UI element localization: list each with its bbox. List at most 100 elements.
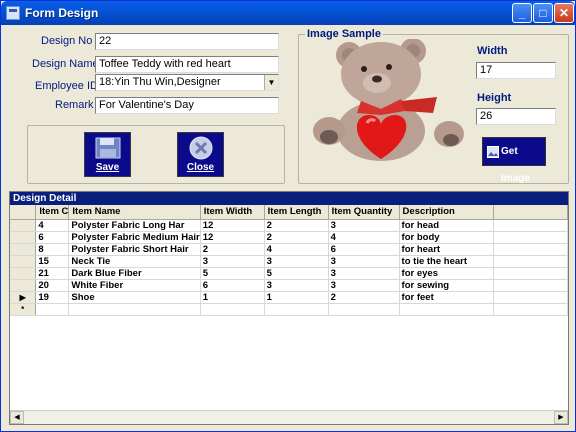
table-cell[interactable]: 21 <box>35 267 70 280</box>
table-cell[interactable] <box>264 303 329 316</box>
design-no-field[interactable]: 22 <box>95 33 279 50</box>
table-cell[interactable]: 12 <box>200 219 265 232</box>
table-cell[interactable]: for heart <box>399 243 495 256</box>
table-cell[interactable] <box>328 303 400 316</box>
table-row[interactable]: 8 Polyster Fabric Short Hair 2 4 6 for heart <box>10 243 568 256</box>
table-cell[interactable]: 2 <box>200 243 265 256</box>
table-cell[interactable]: 3 <box>264 255 329 268</box>
column-header[interactable]: Item C <box>35 205 70 220</box>
employee-id-value: 18:Yin Thu Win,Designer <box>99 76 221 88</box>
table-cell[interactable]: for body <box>399 231 495 244</box>
new-row-marker[interactable]: * <box>10 303 37 316</box>
table-cell[interactable]: 2 <box>264 219 329 232</box>
table-row[interactable]: 15 Neck Tie 3 3 3 to tie the heart <box>10 255 568 268</box>
table-cell[interactable]: 4 <box>35 219 70 232</box>
table-cell[interactable]: 4 <box>328 231 400 244</box>
table-cell-filler <box>493 219 568 232</box>
table-cell[interactable]: 3 <box>200 255 265 268</box>
table-cell-filler <box>493 243 568 256</box>
table-cell[interactable]: 3 <box>328 267 400 280</box>
row-selector[interactable] <box>10 243 37 256</box>
column-header[interactable]: Item Width <box>200 205 265 220</box>
table-row[interactable]: 6 Polyster Fabric Medium Hair 12 2 4 for body <box>10 231 568 244</box>
column-header[interactable]: Item Length <box>264 205 329 220</box>
table-cell[interactable]: 2 <box>328 291 400 304</box>
column-header[interactable]: Item Name <box>68 205 201 220</box>
table-cell[interactable]: for sewing <box>399 279 495 292</box>
title-bar[interactable]: Form Design _ □ ✕ <box>1 1 575 25</box>
table-cell[interactable]: 15 <box>35 255 70 268</box>
chevron-down-icon[interactable]: ▼ <box>264 75 278 90</box>
table-cell[interactable]: for feet <box>399 291 495 304</box>
table-cell[interactable]: Shoe <box>68 291 201 304</box>
close-window-button[interactable]: ✕ <box>554 3 574 23</box>
row-selector[interactable] <box>10 279 37 292</box>
table-cell[interactable]: Polyster Fabric Short Hair <box>68 243 201 256</box>
form-design-window: Form Design _ □ ✕ Design No 22 Design Na… <box>0 0 576 432</box>
table-cell[interactable]: 3 <box>328 255 400 268</box>
table-row[interactable]: 21 Dark Blue Fiber 5 5 3 for eyes <box>10 267 568 280</box>
maximize-button[interactable]: □ <box>533 3 553 23</box>
table-cell[interactable]: 6 <box>200 279 265 292</box>
table-cell[interactable]: 2 <box>264 231 329 244</box>
height-field[interactable]: 26 <box>476 108 556 125</box>
table-cell[interactable]: White Fiber <box>68 279 201 292</box>
remark-field[interactable]: For Valentine's Day <box>95 97 279 114</box>
table-cell[interactable]: 1 <box>264 291 329 304</box>
table-cell[interactable] <box>35 303 70 316</box>
save-button[interactable]: Save <box>84 132 131 177</box>
table-cell[interactable] <box>200 303 265 316</box>
width-field[interactable]: 17 <box>476 62 556 79</box>
table-cell[interactable]: 3 <box>328 279 400 292</box>
row-selector[interactable] <box>10 267 37 280</box>
scroll-right-icon[interactable]: ▶ <box>554 411 568 424</box>
minimize-button[interactable]: _ <box>512 3 532 23</box>
column-header[interactable]: Description <box>399 205 495 220</box>
teddy-bear-image <box>313 39 464 161</box>
table-cell[interactable]: 6 <box>328 243 400 256</box>
column-header[interactable]: Item Quantity <box>328 205 400 220</box>
table-cell[interactable]: 1 <box>200 291 265 304</box>
table-cell[interactable]: for head <box>399 219 495 232</box>
table-cell[interactable]: 3 <box>328 219 400 232</box>
column-header-filler <box>493 205 568 220</box>
table-cell[interactable] <box>493 303 568 316</box>
scroll-left-icon[interactable]: ◀ <box>10 411 24 424</box>
table-cell[interactable]: 5 <box>200 267 265 280</box>
table-row[interactable]: 20 White Fiber 6 3 3 for sewing <box>10 279 568 292</box>
get-image-button[interactable]: Get Image <box>482 137 546 184</box>
row-selector[interactable] <box>10 219 37 232</box>
table-cell[interactable]: 12 <box>200 231 265 244</box>
row-selector[interactable]: ▶ <box>10 291 37 304</box>
table-cell[interactable] <box>68 303 201 316</box>
row-selector[interactable] <box>10 255 37 268</box>
design-name-field[interactable]: Toffee Teddy with red heart <box>95 56 279 73</box>
table-cell[interactable]: to tie the heart <box>399 255 495 268</box>
table-row[interactable]: 4 Polyster Fabric Long Har 12 2 3 for head <box>10 219 568 232</box>
table-cell[interactable]: Polyster Fabric Medium Hair <box>68 231 201 244</box>
table-cell[interactable]: 3 <box>264 279 329 292</box>
table-cell-filler <box>493 255 568 268</box>
close-icon: ✕ <box>558 6 570 20</box>
table-cell[interactable]: 19 <box>35 291 70 304</box>
table-cell[interactable]: 6 <box>35 231 70 244</box>
table-cell[interactable]: Dark Blue Fiber <box>68 267 201 280</box>
table-cell[interactable]: 4 <box>264 243 329 256</box>
table-cell[interactable]: 5 <box>264 267 329 280</box>
design-detail-table: Item C Item Name Item Width Item Length … <box>10 205 568 316</box>
row-selector[interactable] <box>10 231 37 244</box>
employee-id-select[interactable]: 18:Yin Thu Win,Designer ▼ <box>95 74 279 91</box>
table-cell[interactable] <box>399 303 495 316</box>
table-cell[interactable]: 8 <box>35 243 70 256</box>
close-button[interactable]: Close <box>177 132 224 177</box>
table-row[interactable]: ▶ 19 Shoe 1 1 2 for feet <box>10 291 568 304</box>
new-row[interactable]: * <box>10 303 568 316</box>
floppy-disk-icon <box>95 137 121 159</box>
horizontal-scrollbar[interactable]: ◀ ▶ <box>10 410 568 424</box>
close-label: Close <box>186 162 215 173</box>
table-cell[interactable]: Neck Tie <box>68 255 201 268</box>
table-cell[interactable]: Polyster Fabric Long Har <box>68 219 201 232</box>
button-panel <box>27 125 285 184</box>
table-cell[interactable]: 20 <box>35 279 70 292</box>
table-cell[interactable]: for eyes <box>399 267 495 280</box>
